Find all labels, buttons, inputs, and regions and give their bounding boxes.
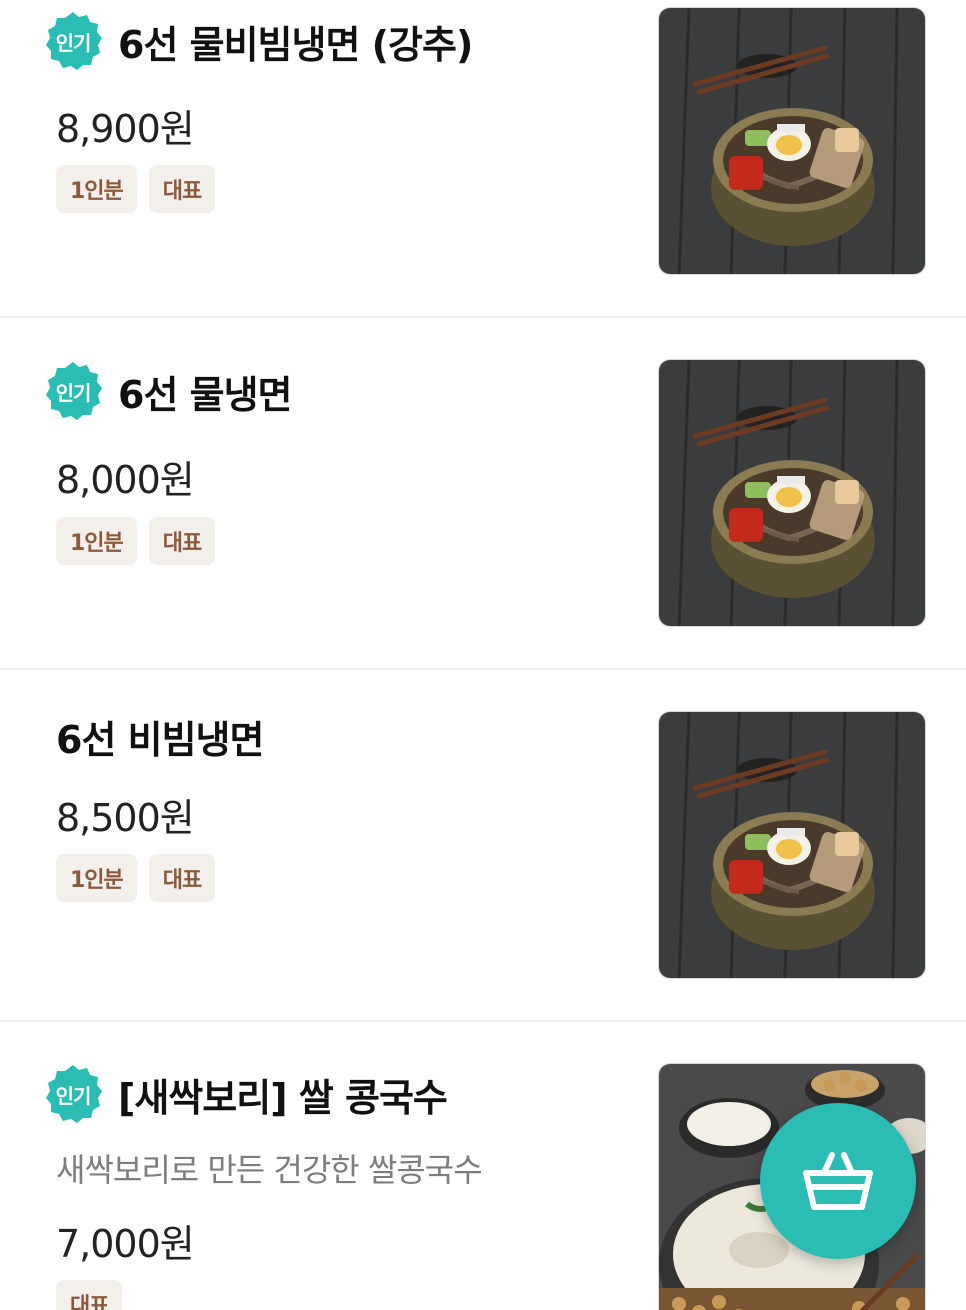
tag-serving: 1인분 [56, 165, 137, 213]
menu-item-price: 8,000원 [56, 458, 195, 502]
menu-item-tags: 1인분 대표 [56, 517, 216, 565]
menu-item-title-row: 인기 6선 물비빔냉면 (강추) [42, 8, 473, 74]
menu-item-name: [새싹보리] 쌀 콩국수 [118, 1075, 448, 1120]
tag-signature: 대표 [148, 854, 216, 902]
menu-item[interactable]: 인기 6선 물비빔냉면 (강추) 8,900원 1인분 대표 [0, 0, 966, 317]
popular-badge: 인기 [42, 360, 104, 422]
popular-badge: 인기 [42, 10, 104, 72]
menu-item-title-row: 인기 [새싹보리] 쌀 콩국수 [42, 1061, 448, 1127]
basket-icon [803, 1152, 873, 1210]
menu-item-title-row: 6선 비빔냉면 [56, 703, 264, 769]
tag-serving: 1인분 [56, 517, 137, 565]
menu-item-price: 7,000원 [56, 1222, 195, 1266]
popular-badge-label: 인기 [55, 1083, 92, 1108]
tag-signature: 대표 [148, 165, 216, 213]
tag-serving: 1인분 [56, 854, 137, 902]
menu-item-tags: 대표 [56, 1280, 123, 1310]
popular-badge: 인기 [42, 1063, 104, 1125]
bibim-naengmyeon-bowl-photo-icon[interactable] [658, 7, 926, 275]
cart-button[interactable] [760, 1103, 916, 1259]
menu-item[interactable]: 인기 6선 물냉면 8,000원 1인분 대표 [0, 317, 966, 669]
menu-item-name: 6선 비빔냉면 [56, 717, 264, 762]
menu-item-tags: 1인분 대표 [56, 854, 216, 902]
menu-item-description: 새싹보리로 만든 건강한 쌀콩국수 [56, 1151, 483, 1189]
bibim-naengmyeon-bowl-photo-icon[interactable] [658, 711, 926, 979]
popular-badge-label: 인기 [55, 380, 92, 405]
menu-item-title-row: 인기 6선 물냉면 [42, 358, 293, 424]
menu-item-price: 8,900원 [56, 107, 195, 151]
menu-item-name: 6선 물비빔냉면 (강추) [118, 22, 473, 67]
menu-item[interactable]: 6선 비빔냉면 8,500원 1인분 대표 [0, 669, 966, 1021]
menu-item-price: 8,500원 [56, 796, 195, 840]
popular-badge-label: 인기 [55, 30, 92, 55]
mul-naengmyeon-bowl-photo-icon[interactable] [658, 359, 926, 627]
tag-signature: 대표 [148, 517, 216, 565]
menu-item-name: 6선 물냉면 [118, 372, 293, 417]
tag-signature: 대표 [56, 1280, 123, 1310]
menu-item-tags: 1인분 대표 [56, 165, 216, 213]
